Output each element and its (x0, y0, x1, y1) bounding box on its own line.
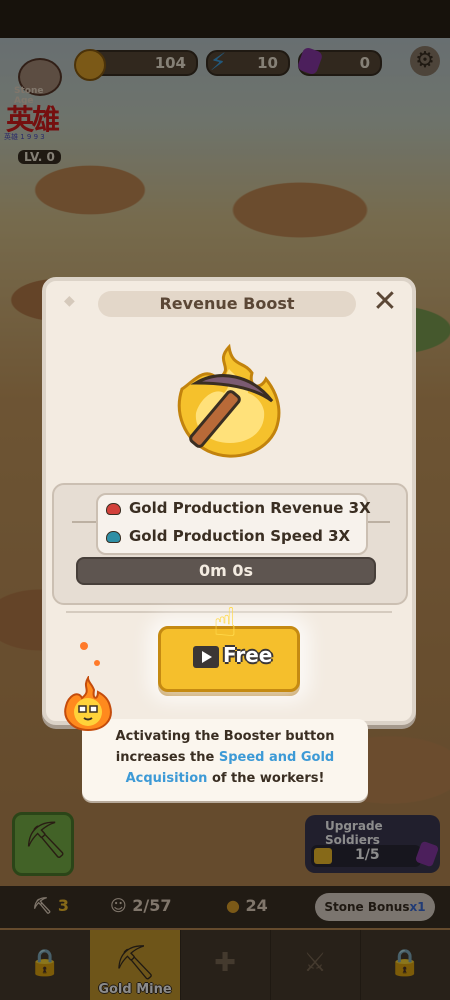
close-icon[interactable]: ✕ (370, 287, 400, 317)
perk-list: Gold Production Revenue 3X Gold Producti… (96, 493, 371, 555)
tip-highlight: Acquisition (125, 771, 208, 786)
diamond-ornament-icon: ◆ (64, 293, 75, 309)
red-heart-icon (106, 502, 121, 515)
dialog-title: Revenue Boost (98, 291, 356, 317)
tip-line-1: Activating the Booster button (115, 729, 335, 744)
perk-revenue: Gold Production Revenue 3X (106, 499, 371, 521)
boost-timer-bar: 0m 0s (76, 557, 376, 585)
perk-speed-label: Gold Production Speed 3X (129, 527, 351, 545)
tip-text: increases the (115, 750, 219, 765)
flaming-pickaxe-icon (177, 343, 281, 458)
tip-text: of the workers! (207, 771, 325, 786)
fire-mascot-icon (64, 676, 112, 732)
ember-particle (94, 660, 100, 666)
boost-timer-text: 0m 0s (198, 561, 254, 580)
tutorial-tip: Activating the Booster button increases … (82, 719, 368, 801)
tip-line-2: increases the Speed and Gold (82, 747, 368, 768)
blue-heart-icon (106, 530, 121, 543)
perk-revenue-label: Gold Production Revenue 3X (129, 499, 371, 517)
divider-left (72, 521, 96, 523)
boost-info-box: Gold Production Revenue 3X Gold Producti… (52, 483, 408, 605)
revenue-boost-dialog: ◆ Revenue Boost ✕ Gold Production Revenu… (42, 277, 416, 725)
tip-highlight: Speed and Gold (218, 750, 335, 765)
divider-right (366, 521, 390, 523)
perk-speed: Gold Production Speed 3X (106, 527, 350, 549)
video-play-icon (193, 646, 219, 668)
tip-line-3: Acquisition of the workers! (82, 768, 368, 789)
ember-particle (80, 642, 88, 650)
pointing-hand-icon: ☝ (212, 600, 238, 646)
